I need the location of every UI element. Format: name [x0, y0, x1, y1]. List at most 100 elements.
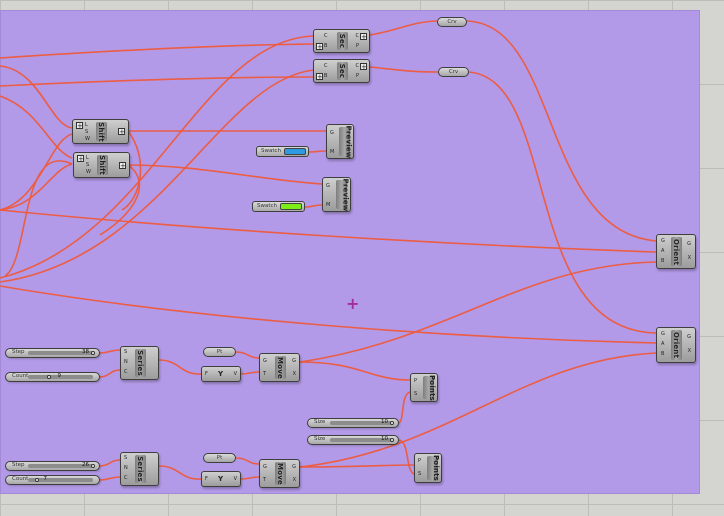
pt-param-1[interactable]: Pt	[203, 347, 236, 357]
sec-component-1[interactable]: Sec C B C P + +	[313, 29, 370, 53]
slider-grip-icon[interactable]	[47, 375, 51, 379]
pin-x-out[interactable]: X	[293, 371, 296, 377]
step-slider-1[interactable]: Step 38	[5, 348, 100, 358]
pin-n[interactable]: N	[124, 359, 128, 365]
sec-component-2[interactable]: Sec C B C P + +	[313, 59, 370, 83]
pin-p[interactable]: P	[414, 378, 417, 384]
pin-s[interactable]: S	[86, 162, 89, 168]
pin-n[interactable]: N	[124, 465, 128, 471]
pin-c-out[interactable]: C	[356, 33, 360, 39]
step-slider-2[interactable]: Step 26	[5, 461, 100, 471]
pin-a[interactable]: A	[661, 341, 664, 347]
pt-param-2[interactable]: Pt	[203, 453, 236, 463]
pin-p[interactable]: P	[418, 458, 421, 464]
crv-param-1[interactable]: Crv	[437, 17, 467, 27]
zoom-plus-icon[interactable]: +	[316, 73, 323, 81]
slider-grip-icon[interactable]	[35, 478, 39, 482]
crv-param-2[interactable]: Crv	[438, 67, 469, 77]
orient-component-2[interactable]: Orient G A B G X	[656, 327, 696, 363]
pin-p-out[interactable]: P	[356, 43, 359, 49]
zoom-plus-icon[interactable]: +	[360, 63, 367, 71]
pin-m[interactable]: M	[330, 149, 334, 155]
pin-w[interactable]: W	[86, 169, 91, 175]
unit-y-component-1[interactable]: F Y V	[201, 366, 241, 382]
wire	[0, 69, 315, 283]
pin-g[interactable]: G	[330, 130, 334, 136]
preview-component-2[interactable]: Preview G M	[322, 177, 351, 212]
slider-grip-icon[interactable]	[390, 421, 394, 425]
pin-b[interactable]: B	[324, 43, 327, 49]
pin-g[interactable]: G	[326, 183, 330, 189]
color-chip[interactable]	[280, 203, 302, 210]
points-component-1[interactable]: Points P S	[410, 373, 438, 402]
move-component-2[interactable]: Move G T G X	[259, 459, 300, 488]
series-component-1[interactable]: Series S N C	[120, 346, 159, 380]
pin-l[interactable]: L	[85, 122, 88, 128]
wire	[0, 209, 657, 253]
pin-l[interactable]: L	[86, 155, 89, 161]
pin-x-out[interactable]: X	[293, 477, 296, 483]
color-chip[interactable]	[284, 148, 306, 155]
slider-value: 9	[57, 373, 62, 379]
move-title: Move	[275, 356, 284, 379]
pin-v[interactable]: V	[234, 476, 237, 482]
zoom-plus-icon[interactable]: +	[360, 33, 367, 41]
pin-c[interactable]: C	[124, 475, 128, 481]
pin-c-out[interactable]: C	[356, 63, 360, 69]
zoom-plus-icon[interactable]: +	[77, 155, 84, 163]
size-slider-1[interactable]: Size 10	[307, 418, 399, 428]
pin-s[interactable]: S	[124, 349, 127, 355]
pin-p-out[interactable]: P	[356, 73, 359, 79]
swatch-green[interactable]: Swatch	[252, 201, 305, 212]
preview-component-1[interactable]: Preview G M	[326, 124, 354, 159]
points-component-2[interactable]: Points P S	[414, 453, 442, 483]
pin-g[interactable]: G	[263, 464, 267, 470]
pin-s[interactable]: S	[124, 455, 127, 461]
pin-c[interactable]: C	[124, 369, 128, 375]
zoom-plus-icon[interactable]: +	[316, 43, 323, 51]
pin-f[interactable]: F	[205, 476, 208, 482]
pin-g-out[interactable]: G	[687, 334, 691, 340]
pin-g[interactable]: G	[661, 238, 665, 244]
unit-y-component-2[interactable]: F Y V	[201, 471, 241, 487]
pin-b[interactable]: B	[661, 258, 664, 264]
pin-t[interactable]: T	[263, 371, 266, 377]
slider-grip-icon[interactable]	[91, 351, 95, 355]
slider-grip-icon[interactable]	[390, 438, 394, 442]
pin-c[interactable]: C	[324, 63, 328, 69]
slider-grip-icon[interactable]	[91, 464, 95, 468]
zoom-plus-icon[interactable]: +	[118, 128, 125, 136]
shift-component-2[interactable]: Shift L S W + +	[73, 152, 130, 178]
pin-a[interactable]: A	[661, 248, 664, 254]
zoom-plus-icon[interactable]: +	[76, 122, 83, 130]
pin-x-out[interactable]: X	[688, 255, 691, 261]
pin-c[interactable]: C	[324, 33, 328, 39]
pin-s[interactable]: S	[85, 129, 88, 135]
orient-component-1[interactable]: Orient G A B G X	[656, 234, 696, 269]
pin-v[interactable]: V	[234, 371, 237, 377]
pin-s[interactable]: S	[414, 391, 417, 397]
pin-b[interactable]: B	[324, 73, 327, 79]
wire	[0, 95, 73, 159]
pin-g-out[interactable]: G	[687, 241, 691, 247]
pin-b[interactable]: B	[661, 351, 664, 357]
pin-g[interactable]: G	[263, 358, 267, 364]
pin-g-out[interactable]: G	[292, 358, 296, 364]
size-slider-2[interactable]: Size 10	[307, 435, 399, 445]
preview-title: Preview	[344, 125, 353, 158]
pin-w[interactable]: W	[85, 136, 90, 142]
pin-s[interactable]: S	[418, 471, 421, 477]
pin-f[interactable]: F	[205, 371, 208, 377]
pin-g[interactable]: G	[661, 331, 665, 337]
series-component-2[interactable]: Series S N C	[120, 452, 159, 486]
swatch-blue[interactable]: Swatch	[256, 146, 309, 157]
zoom-plus-icon[interactable]: +	[119, 162, 126, 170]
count-slider-2[interactable]: Count 7	[5, 475, 100, 485]
pin-m[interactable]: M	[326, 202, 330, 208]
count-slider-1[interactable]: Count 9	[5, 372, 100, 382]
pin-g-out[interactable]: G	[292, 464, 296, 470]
move-component-1[interactable]: Move G T G X	[259, 353, 300, 382]
pin-t[interactable]: T	[263, 477, 266, 483]
pin-x-out[interactable]: X	[688, 348, 691, 354]
shift-component-1[interactable]: Shift L S W + +	[72, 119, 129, 144]
